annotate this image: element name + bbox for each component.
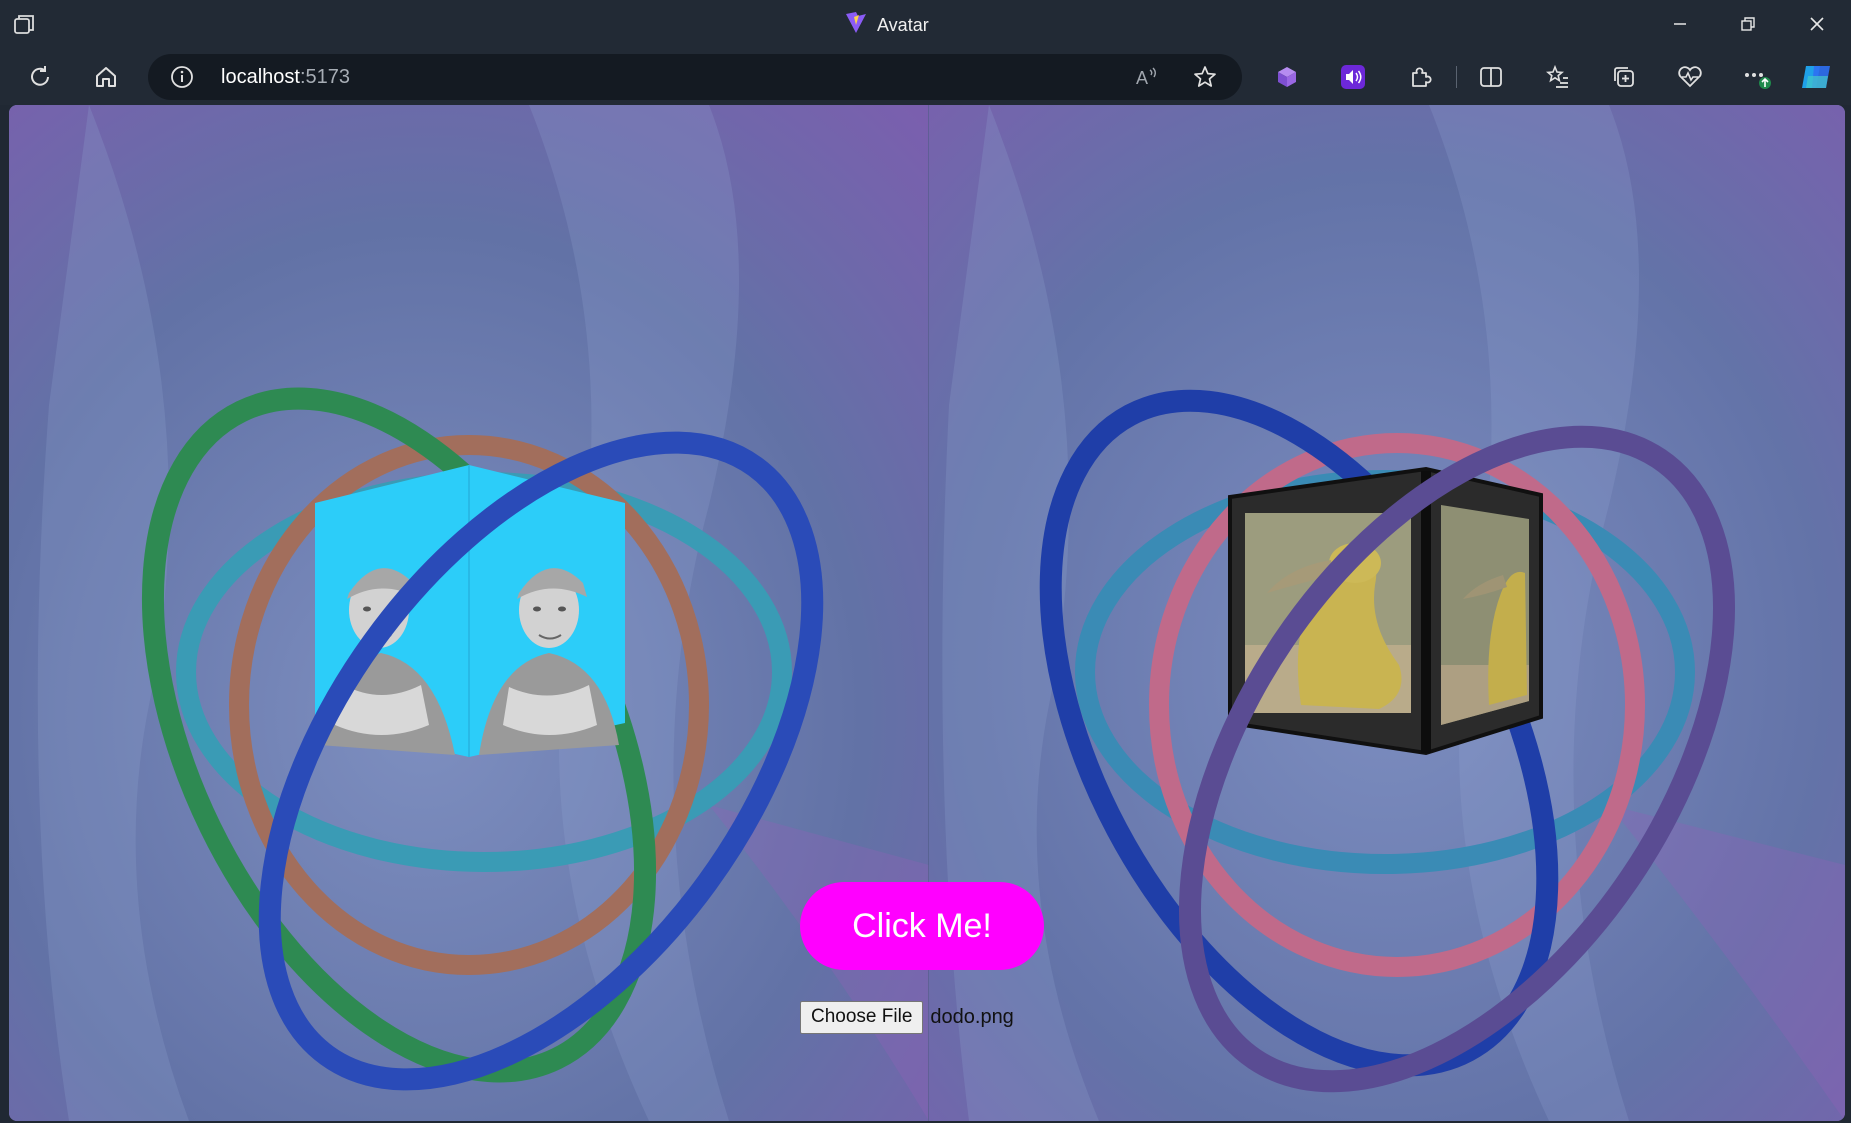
url-text[interactable]: localhost:5173 [221,66,350,89]
window-title-text: Avatar [877,14,929,35]
workspaces-icon[interactable] [12,12,38,38]
copilot-icon[interactable] [1797,59,1837,95]
address-bar[interactable]: localhost:5173 A [148,54,1242,100]
audio-extension-icon[interactable] [1333,59,1373,95]
vite-logo-icon [845,11,867,40]
cube-extension-icon[interactable] [1267,59,1307,95]
extensions-puzzle-icon[interactable] [1400,59,1440,95]
left-avatar-cube [315,465,625,757]
page-viewport: Click Me! Choose File dodo.png [9,105,1845,1121]
svg-text:A: A [1136,68,1148,88]
click-me-button[interactable]: Click Me! [800,882,1044,970]
toolbar-divider [1456,66,1457,88]
selected-file-name: dodo.png [930,1005,1014,1028]
url-host: localhost [221,66,300,88]
left-3d-canvas[interactable] [9,105,929,1121]
right-3d-canvas[interactable] [929,105,1845,1121]
home-icon[interactable] [86,59,126,95]
browser-toolbar: localhost:5173 A [0,49,1851,105]
read-aloud-icon[interactable]: A [1134,64,1160,90]
restore-button[interactable] [1726,8,1770,40]
refresh-icon[interactable] [20,59,60,95]
split-screen-icon[interactable] [1471,59,1511,95]
url-port: :5173 [299,66,350,88]
choose-file-button[interactable]: Choose File [800,1000,924,1034]
collections-icon[interactable] [1604,59,1644,95]
favorites-icon[interactable] [1538,59,1578,95]
window-title-bar: Avatar [0,0,1851,49]
site-info-icon[interactable] [170,65,194,89]
file-input[interactable]: Choose File dodo.png [800,1000,1014,1034]
browser-essentials-icon[interactable] [1670,59,1710,95]
close-button[interactable] [1795,8,1839,40]
window-title: Avatar [845,11,929,40]
minimize-button[interactable] [1658,8,1702,40]
more-options-icon[interactable] [1737,59,1777,95]
favorite-star-icon[interactable] [1192,64,1218,90]
